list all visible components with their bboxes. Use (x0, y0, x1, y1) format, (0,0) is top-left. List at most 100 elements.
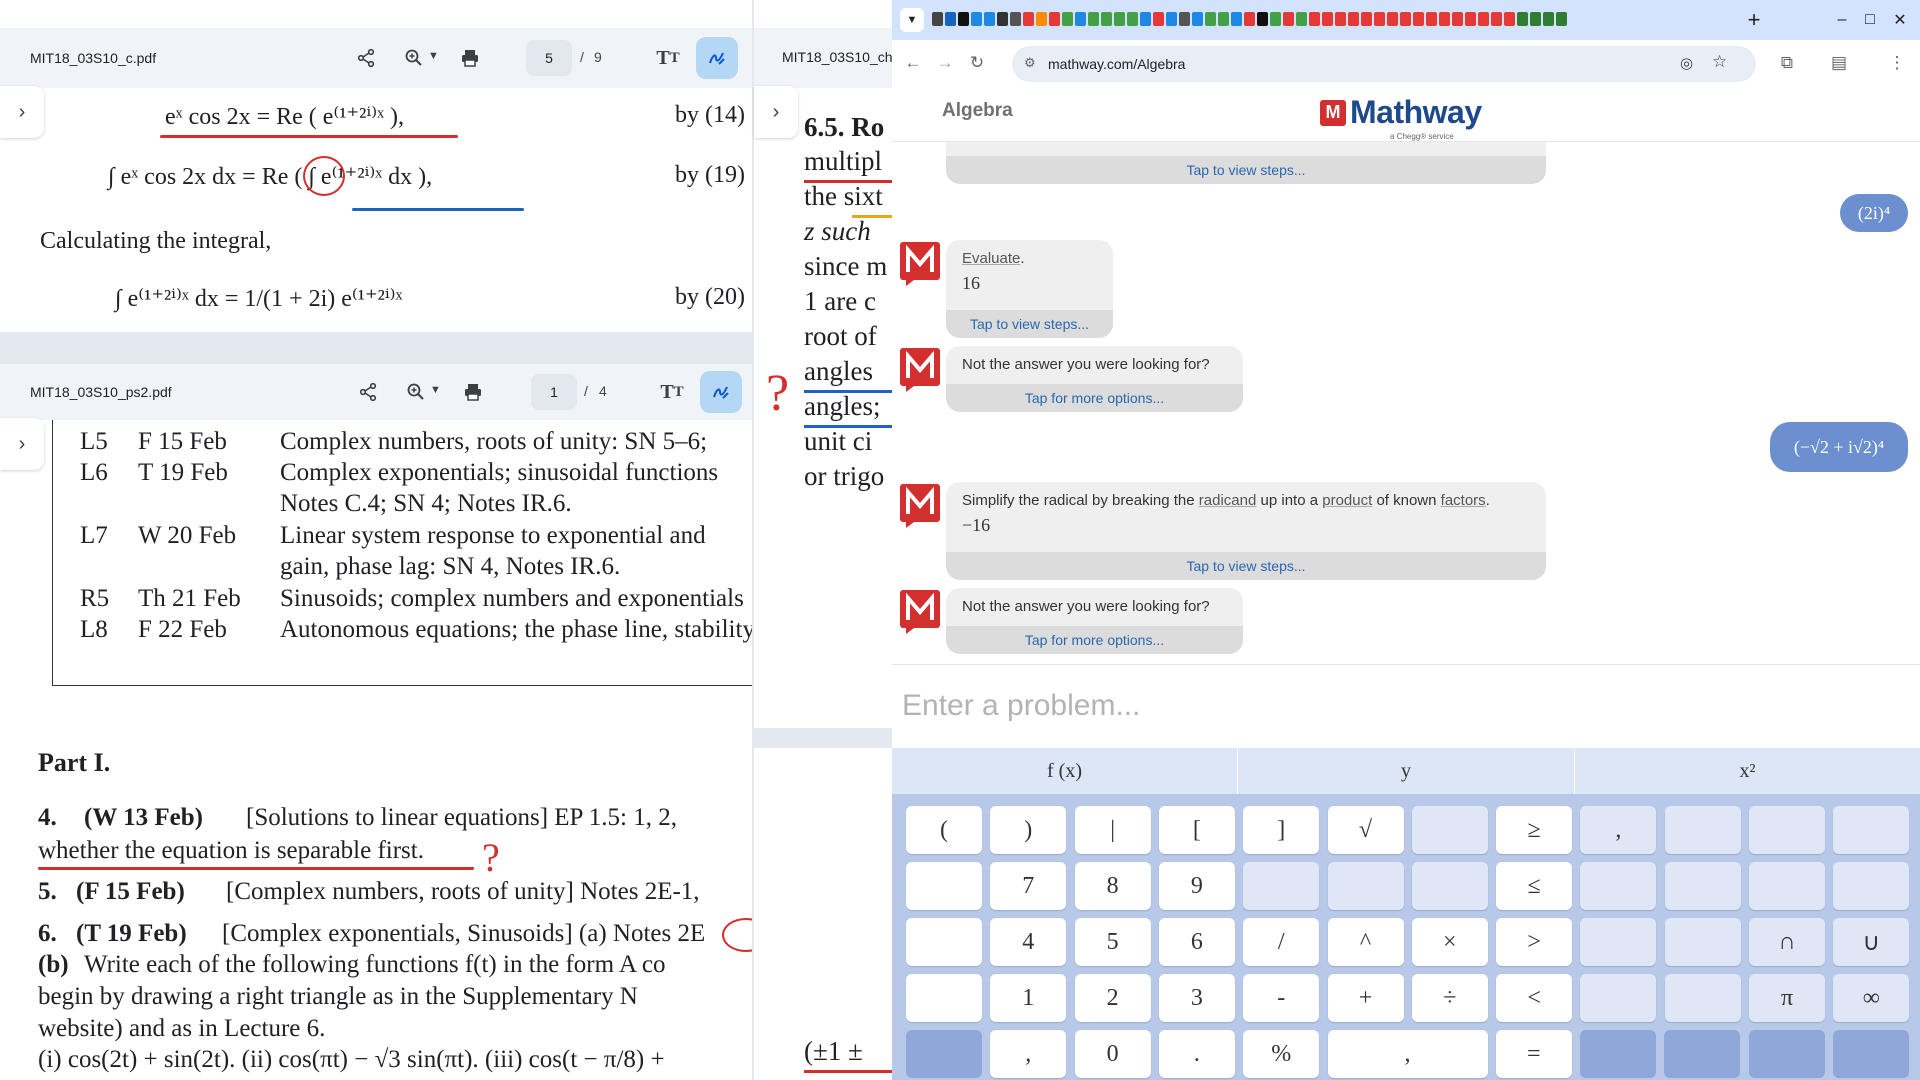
tab-favicon-icon[interactable] (1205, 12, 1216, 26)
keypad-key[interactable] (1411, 862, 1488, 910)
tab-favicon-icon[interactable] (1309, 12, 1320, 26)
keypad-key[interactable]: 4 (990, 918, 1067, 966)
keypad-key[interactable] (1580, 862, 1657, 910)
keypad-key[interactable]: π (1749, 974, 1825, 1022)
omnibox[interactable]: ⚙ mathway.com/Algebra ◎ ☆ (1012, 46, 1756, 82)
keypad-key[interactable]: ∞ (1833, 974, 1910, 1022)
keypad-key[interactable]: - (1243, 974, 1320, 1022)
tab-favicon-icon[interactable] (1504, 12, 1515, 26)
keypad-key[interactable] (1580, 918, 1657, 966)
keypad-key[interactable]: ∪ (1833, 918, 1910, 966)
tab-favicon-icon[interactable] (1452, 12, 1463, 26)
tab-favicon-icon[interactable] (932, 12, 943, 26)
share-icon[interactable] (354, 378, 382, 406)
view-steps-link[interactable]: Tap to view steps... (946, 310, 1113, 338)
tab-favicon-icon[interactable] (1166, 12, 1177, 26)
keypad-key[interactable]: , (1327, 1030, 1488, 1078)
keypad-key[interactable] (1243, 862, 1320, 910)
zoom-dropdown-icon[interactable]: ▼ (430, 384, 441, 396)
sidebar-toggle-middle[interactable]: › (754, 86, 798, 138)
keypad-key[interactable]: ] (1243, 806, 1320, 854)
keypad-key[interactable]: ^ (1327, 918, 1404, 966)
keypad-key[interactable]: [ (1158, 806, 1235, 854)
tab-favicon-icon[interactable] (1010, 12, 1021, 26)
keypad-key[interactable]: > (1496, 918, 1573, 966)
view-steps-link[interactable]: Tap to view steps... (946, 156, 1546, 184)
print-icon[interactable] (456, 44, 484, 72)
keypad-key[interactable]: , (1580, 806, 1657, 854)
keypad-key[interactable] (1664, 918, 1741, 966)
radicand-link[interactable]: radicand (1199, 492, 1257, 509)
tab-favicon-icon[interactable] (1088, 12, 1099, 26)
keypad-key[interactable]: 3 (1158, 974, 1235, 1022)
tab-favicon-icon[interactable] (1114, 12, 1125, 26)
extensions-icon[interactable]: ⧉ (1772, 48, 1802, 78)
site-info-icon[interactable]: ⚙ (1024, 55, 1036, 71)
url-text[interactable]: mathway.com/Algebra (1048, 56, 1185, 72)
keypad-key[interactable] (1327, 862, 1404, 910)
tab-favicon-icon[interactable] (984, 12, 995, 26)
keypad-key[interactable]: | (1074, 806, 1151, 854)
keypad-key[interactable] (1833, 806, 1910, 854)
more-options-link[interactable]: Tap for more options... (946, 626, 1243, 654)
keypad-key[interactable]: 1 (990, 974, 1067, 1022)
menu-icon[interactable]: ⋮ (1882, 48, 1912, 78)
tab-favicon-icon[interactable] (1361, 12, 1372, 26)
keypad-key[interactable] (906, 918, 982, 966)
tab-favicon-icon[interactable] (997, 12, 1008, 26)
keypad-key[interactable]: 9 (1158, 862, 1235, 910)
tab-favicons[interactable] (932, 12, 1567, 26)
tab-favicon-icon[interactable] (1413, 12, 1424, 26)
share-icon[interactable] (352, 44, 380, 72)
tab-favicon-icon[interactable] (1335, 12, 1346, 26)
keypad-key[interactable]: 7 (990, 862, 1067, 910)
keypad-key[interactable]: / (1243, 918, 1320, 966)
zoom-dropdown-icon[interactable]: ▼ (428, 50, 439, 62)
keypad-key[interactable]: 6 (1158, 918, 1235, 966)
keypad-key[interactable]: ≥ (1496, 806, 1573, 854)
factors-link[interactable]: factors (1441, 492, 1486, 509)
keypad-key[interactable]: ÷ (1411, 974, 1488, 1022)
tab-favicon-icon[interactable] (1465, 12, 1476, 26)
page-number-input[interactable]: 5 (526, 40, 572, 76)
keypad-key[interactable]: ∩ (1749, 918, 1825, 966)
keypad-key[interactable]: . (1158, 1030, 1235, 1078)
tab-favicon-icon[interactable] (1387, 12, 1398, 26)
keypad-key[interactable] (1664, 974, 1741, 1022)
problem-input-placeholder[interactable]: Enter a problem... (902, 689, 1140, 723)
evaluate-link[interactable]: Evaluate (962, 250, 1020, 267)
tab-favicon-icon[interactable] (1062, 12, 1073, 26)
tab-fx[interactable]: f (x) (892, 748, 1238, 794)
tab-favicon-icon[interactable] (945, 12, 956, 26)
keypad-key[interactable] (1749, 862, 1825, 910)
eye-off-icon[interactable]: ◎ (1680, 54, 1693, 72)
tab-favicon-icon[interactable] (1153, 12, 1164, 26)
tab-favicon-icon[interactable] (1218, 12, 1229, 26)
keypad-key[interactable] (1833, 862, 1910, 910)
reload-icon[interactable]: ↻ (962, 48, 992, 78)
tab-favicon-icon[interactable] (1101, 12, 1112, 26)
tab-favicon-icon[interactable] (1348, 12, 1359, 26)
minimize-button[interactable]: – (1828, 8, 1856, 32)
back-icon[interactable]: ← (898, 48, 928, 78)
view-steps-link[interactable]: Tap to view steps... (946, 552, 1546, 580)
keypad-key[interactable]: ) (990, 806, 1067, 854)
tab-favicon-icon[interactable] (1374, 12, 1385, 26)
keypad-key[interactable] (906, 974, 982, 1022)
annotate-button[interactable] (696, 37, 738, 79)
reading-mode-icon[interactable]: ▤ (1824, 48, 1854, 78)
tab-search-icon[interactable]: ▼ (900, 8, 924, 32)
sidebar-toggle-top[interactable]: › (0, 86, 44, 138)
tab-favicon-icon[interactable] (1296, 12, 1307, 26)
keypad-key[interactable] (1748, 1030, 1825, 1078)
keypad-key[interactable] (1411, 806, 1488, 854)
section-title[interactable]: Algebra (942, 100, 1013, 122)
tab-y[interactable]: y (1238, 748, 1575, 794)
tab-favicon-icon[interactable] (1517, 12, 1528, 26)
tab-favicon-icon[interactable] (1283, 12, 1294, 26)
mathway-logo[interactable]: M Mathway a Chegg® service (1320, 94, 1482, 141)
keypad-key[interactable]: % (1243, 1030, 1320, 1078)
close-window-button[interactable]: ✕ (1886, 8, 1914, 32)
sidebar-toggle-bottom[interactable]: › (0, 418, 44, 470)
tab-favicon-icon[interactable] (1231, 12, 1242, 26)
